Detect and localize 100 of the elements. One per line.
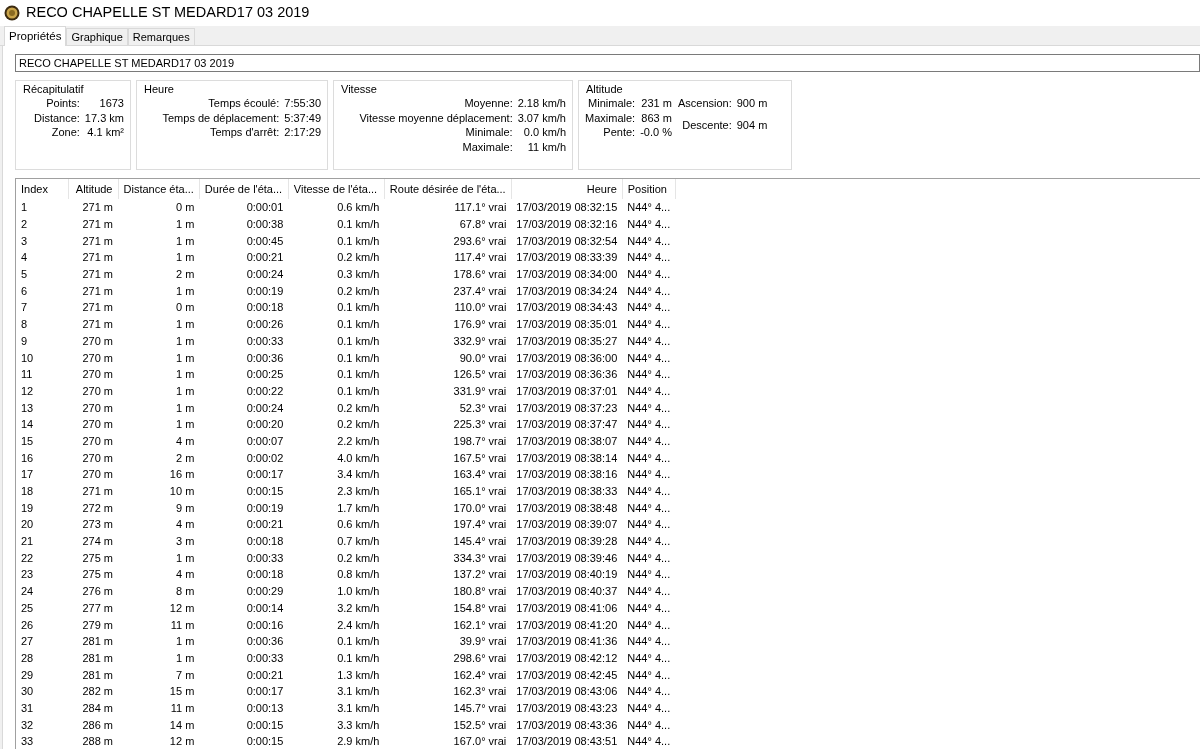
table-cell-text: 12	[20, 383, 35, 399]
group-title: Altitude	[585, 82, 624, 96]
table-cell-text: 1 m	[175, 317, 196, 333]
column-header[interactable]: Vitesse de l'éta...	[288, 179, 385, 199]
table-cell: 0:00:01	[199, 199, 289, 216]
table-cell-text: N44° 4...	[626, 500, 672, 516]
table-cell-text: 0.2 km/h	[336, 550, 381, 566]
table-cell-text: 22	[20, 550, 35, 566]
table-cell-text: 0:00:33	[245, 550, 285, 566]
table-cell-text: 11	[20, 367, 34, 383]
field-label: Temps écoulé:	[207, 96, 280, 111]
column-header[interactable]: Index	[16, 179, 68, 199]
table-cell-text: N44° 4...	[626, 333, 672, 349]
table-cell-text: N44° 4...	[626, 667, 672, 683]
column-header[interactable]: Distance éta...	[118, 179, 200, 199]
table-cell-text: 1 m	[175, 367, 196, 383]
table-cell-text: 1 m	[175, 250, 196, 266]
table-cell-text: N44° 4...	[626, 650, 672, 666]
table-cell-text: 0.1 km/h	[336, 300, 381, 316]
table-cell-text: 3.1 km/h	[336, 684, 381, 700]
table-cell-text: 2.4 km/h	[336, 617, 381, 633]
table-cell-text: 0:00:29	[245, 584, 285, 600]
table-cell-text: 17/03/2019 08:41:06	[515, 600, 619, 616]
table-cell-text: 298.6° vrai	[452, 650, 508, 666]
table-cell-text: 0:00:16	[245, 617, 285, 633]
table-cell-text: N44° 4...	[626, 484, 672, 500]
table-cell-text: 270 m	[81, 383, 114, 399]
table-cell-text: 0:00:45	[245, 233, 285, 249]
table-cell-text: 137.2° vrai	[452, 567, 508, 583]
table-cell-text: 17/03/2019 08:36:00	[515, 350, 619, 366]
field-value: 2:17:29	[284, 125, 321, 140]
table-cell-text: 17/03/2019 08:36:36	[515, 367, 619, 383]
table-cell-text: 0:00:33	[245, 333, 285, 349]
table-cell-text: 17	[20, 467, 35, 483]
table-cell-text: 0:00:15	[245, 717, 285, 733]
table-cell-text: 277 m	[81, 600, 114, 616]
table-cell-text: 275 m	[81, 567, 114, 583]
table-cell-text: 9	[20, 333, 29, 349]
table-cell-text: 33	[20, 734, 35, 749]
table-cell-text: N44° 4...	[626, 567, 672, 583]
table-cell-text: 14	[20, 417, 35, 433]
field-value: 5:37:49	[284, 110, 321, 125]
field-label: Moyenne:	[463, 96, 513, 111]
table-cell-text: 9 m	[175, 500, 196, 516]
table-cell-text: N44° 4...	[626, 600, 672, 616]
table-cell-text: 270 m	[81, 433, 114, 449]
tab[interactable]: Remarques	[127, 28, 195, 45]
table-cell-text: 0:00:36	[245, 350, 285, 366]
column-header[interactable]: Route désirée de l'éta...	[384, 179, 512, 199]
table-cell-text: 1.3 km/h	[336, 667, 381, 683]
column-header[interactable]: Position	[622, 179, 676, 199]
table-cell-text: 165.1° vrai	[452, 484, 508, 500]
table-cell-text: 3.3 km/h	[336, 717, 381, 733]
table-cell-text: 154.8° vrai	[452, 600, 508, 616]
app-logo-icon	[4, 5, 20, 21]
table-cell-text: 1 m	[175, 417, 196, 433]
table-cell-text: 17/03/2019 08:38:48	[515, 500, 619, 516]
table-cell-text: 12 m	[168, 600, 196, 616]
field-label: Vitesse moyenne déplacement:	[359, 110, 513, 125]
column-header[interactable]: Durée de l'éta...	[199, 179, 289, 199]
table-cell-text: 28	[20, 650, 35, 666]
table-cell-text: 275 m	[81, 550, 114, 566]
table-cell-text: 3.4 km/h	[336, 467, 381, 483]
field-label: Ascension:	[677, 96, 732, 111]
table-cell-text: 167.5° vrai	[452, 450, 508, 466]
field-label: Temps d'arrêt:	[208, 125, 280, 140]
table-cell-text: 20	[20, 517, 35, 533]
table-cell-text: 17/03/2019 08:38:07	[515, 433, 619, 449]
table-cell-text: 23	[20, 567, 35, 583]
table-cell-text: 2 m	[175, 267, 196, 283]
table-cell-text: 17/03/2019 08:32:54	[515, 233, 619, 249]
table-cell-text: 17/03/2019 08:38:33	[515, 484, 619, 500]
table-cell-text: N44° 4...	[626, 283, 672, 299]
table-cell-text: 0:00:13	[245, 700, 285, 716]
tab[interactable]: Propriétés	[4, 26, 67, 46]
table-cell-text: 1 m	[175, 217, 196, 233]
table-cell-text: 279 m	[81, 617, 114, 633]
table-cell-text: N44° 4...	[626, 550, 672, 566]
tab[interactable]: Graphique	[66, 28, 128, 45]
table-cell-text: 0.1 km/h	[336, 233, 381, 249]
table-cell-text: 7 m	[175, 667, 196, 683]
table-cell-text: 0.2 km/h	[336, 417, 381, 433]
table-cell-text: 180.8° vrai	[452, 584, 508, 600]
field-label: Descente:	[681, 117, 732, 133]
table-cell: N44° 4...	[622, 199, 676, 216]
table-cell-text: 39.9° vrai	[458, 634, 508, 650]
table-cell-text: 0:00:17	[245, 684, 285, 700]
table-cell-text: 3.1 km/h	[336, 700, 381, 716]
window-title: RECO CHAPELLE ST MEDARD17 03 2019	[26, 3, 310, 23]
column-header[interactable]: Altitude	[68, 179, 118, 199]
table-cell-text: N44° 4...	[626, 400, 672, 416]
name-field[interactable]: RECO CHAPELLE ST MEDARD17 03 2019	[15, 54, 1200, 72]
table-cell-text: 17/03/2019 08:43:36	[515, 717, 619, 733]
table-cell-text: 0.1 km/h	[336, 634, 381, 650]
table-cell-text: 178.6° vrai	[452, 267, 508, 283]
table-cell-text: 17/03/2019 08:42:45	[515, 667, 619, 683]
column-header[interactable]: Heure	[511, 179, 623, 199]
table-cell-text: 162.4° vrai	[452, 667, 508, 683]
table-cell-text: 163.4° vrai	[452, 467, 508, 483]
table-cell-text: N44° 4...	[626, 350, 672, 366]
